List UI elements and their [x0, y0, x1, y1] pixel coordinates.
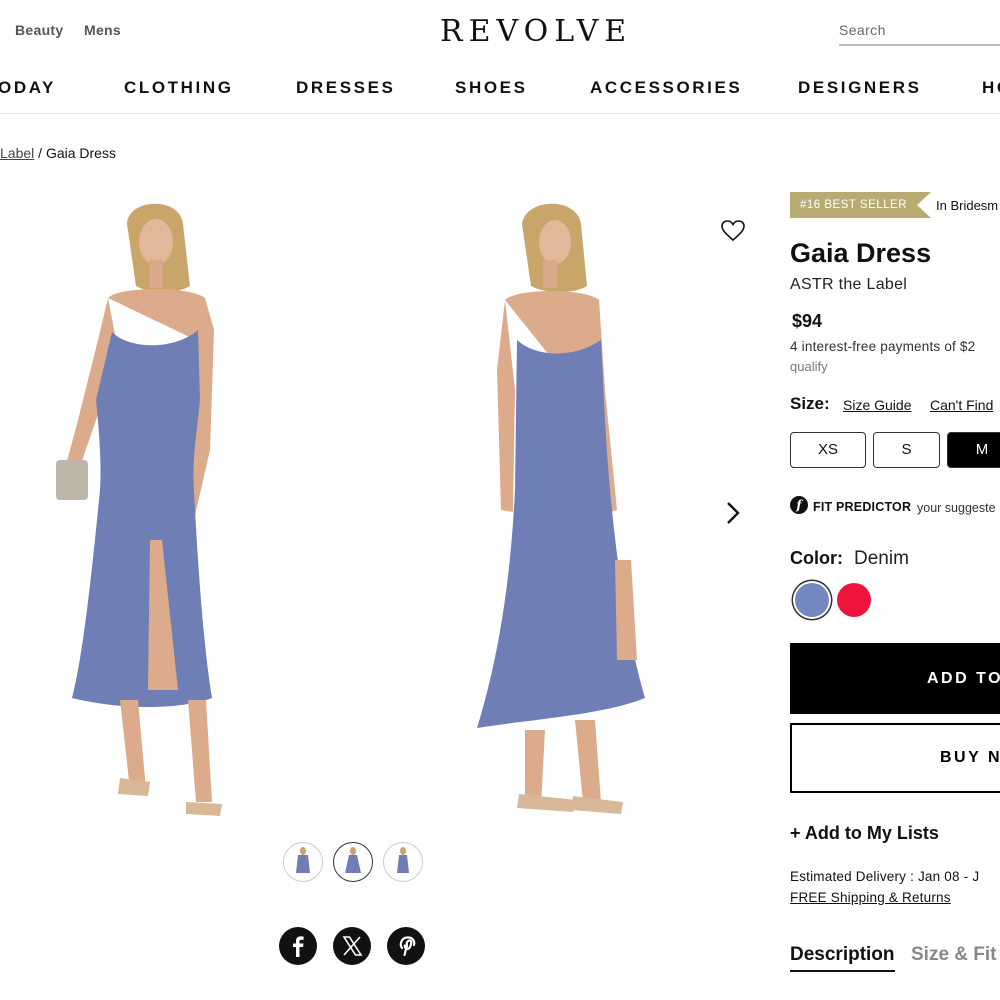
color-swatch-red[interactable]: [837, 583, 871, 617]
product-price: $94: [792, 311, 823, 331]
model-side-illustration: [477, 203, 645, 814]
nav-item-shoes[interactable]: SHOES: [455, 78, 528, 98]
nav-link-mens[interactable]: Mens: [84, 22, 121, 38]
nav-item-designers[interactable]: DESIGNERS: [798, 78, 922, 98]
size-button-s[interactable]: S: [873, 432, 940, 468]
facebook-icon[interactable]: [279, 927, 317, 965]
nav-item-accessories[interactable]: ACCESSORIES: [590, 78, 742, 98]
product-image-side[interactable]: [405, 190, 715, 825]
breadcrumb: Label / Gaia Dress: [0, 145, 116, 161]
add-to-bag-button[interactable]: ADD TO: [790, 643, 1000, 714]
breadcrumb-separator: /: [38, 145, 43, 161]
model-front-illustration: [56, 203, 222, 816]
nav-item-clothing[interactable]: CLOTHING: [124, 78, 234, 98]
breadcrumb-parent-link[interactable]: Label: [0, 145, 34, 161]
nav-link-beauty[interactable]: Beauty: [15, 22, 63, 38]
nav-item-dresses[interactable]: DRESSES: [296, 78, 395, 98]
product-image-front[interactable]: [0, 190, 310, 825]
nav-item-home[interactable]: HO: [982, 78, 1000, 98]
color-swatch-denim[interactable]: [795, 583, 829, 617]
color-label: Color:: [790, 548, 843, 568]
search-input[interactable]: Search: [839, 22, 1000, 46]
thumbnail-3[interactable]: [383, 842, 423, 882]
breadcrumb-current: Gaia Dress: [45, 145, 116, 161]
fit-predictor-title[interactable]: FIT PREDICTOR: [813, 500, 911, 514]
add-to-lists-link[interactable]: + Add to My Lists: [790, 823, 939, 844]
fit-predictor-icon: f: [790, 496, 808, 514]
size-guide-link[interactable]: Size Guide: [843, 397, 911, 413]
qualify-text: qualify: [790, 359, 828, 374]
product-brand-link[interactable]: ASTR the Label: [790, 276, 907, 294]
chevron-right-icon[interactable]: [722, 498, 744, 528]
nav-item-today[interactable]: ODAY: [0, 78, 56, 98]
color-value: Denim: [854, 548, 909, 569]
thumbnail-2[interactable]: [333, 842, 373, 882]
pinterest-icon[interactable]: [387, 927, 425, 965]
tab-size-fit[interactable]: Size & Fit: [911, 944, 997, 966]
cant-find-size-link[interactable]: Can't Find: [930, 397, 993, 413]
buy-now-button[interactable]: BUY N: [790, 723, 1000, 793]
estimated-delivery: Estimated Delivery : Jan 08 - J: [790, 869, 980, 884]
size-button-xs[interactable]: XS: [790, 432, 866, 468]
fit-predictor-text[interactable]: your suggeste: [917, 501, 996, 515]
nav-divider: [0, 113, 1000, 114]
product-title: Gaia Dress: [790, 238, 932, 268]
size-button-m[interactable]: M: [947, 432, 1000, 468]
heart-icon[interactable]: [720, 218, 746, 244]
thumbnail-1[interactable]: [283, 842, 323, 882]
best-seller-category[interactable]: In Bridesm: [936, 198, 998, 213]
x-icon[interactable]: [333, 927, 371, 965]
free-shipping-link[interactable]: FREE Shipping & Returns: [790, 890, 951, 905]
installments-text: 4 interest-free payments of $2: [790, 339, 976, 354]
size-label: Size:: [790, 394, 830, 413]
best-seller-badge: #16 BEST SELLER: [790, 192, 931, 218]
tab-description[interactable]: Description: [790, 944, 895, 972]
site-logo[interactable]: REVOLVE: [440, 14, 632, 49]
